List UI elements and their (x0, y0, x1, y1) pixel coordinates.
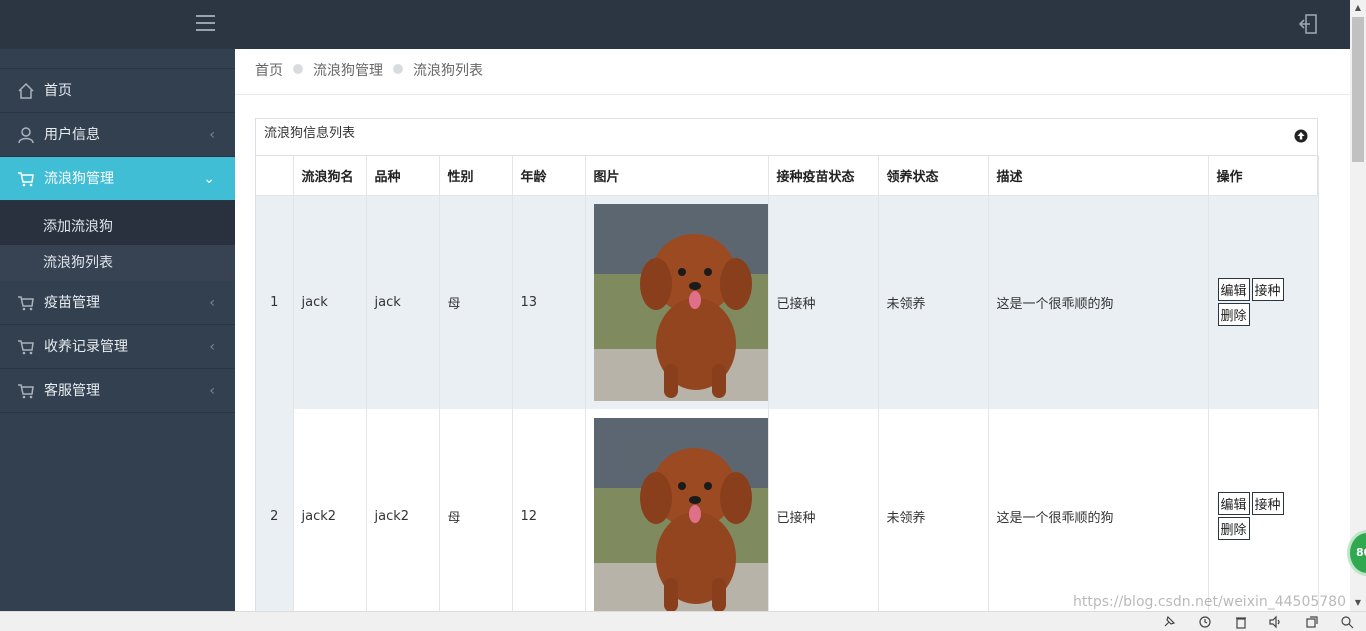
vaccine-status: 已接种 (768, 409, 879, 611)
col-header-name: 流浪狗名 (293, 156, 367, 196)
dog-image-cell (585, 195, 769, 409)
sidebar-item-user-info[interactable]: 用户信息 ‹ (0, 113, 235, 157)
sidebar-item-label: 用户信息 (44, 127, 100, 143)
cart-icon (18, 296, 34, 311)
dog-sex: 母 (439, 409, 513, 611)
logout-icon[interactable] (1298, 13, 1320, 35)
dog-name: jack (293, 195, 367, 409)
vaccine-status: 已接种 (768, 195, 879, 409)
sidebar-item-customer-service[interactable]: 客服管理 ‹ (0, 369, 235, 413)
dog-sex: 母 (439, 195, 513, 409)
delete-button[interactable]: 删除 (1217, 517, 1250, 540)
edit-button[interactable]: 编辑 (1217, 278, 1250, 302)
submenu-dog-management: 添加流浪狗 流浪狗列表 (0, 201, 235, 281)
sidebar-item-label: 收养记录管理 (44, 339, 128, 355)
sidebar-item-vaccine-management[interactable]: 疫苗管理 ‹ (0, 281, 235, 325)
scroll-thumb[interactable] (1352, 17, 1364, 162)
scroll-down-arrow-icon[interactable]: ▼ (1350, 595, 1366, 611)
sidebar-item-label: 首页 (44, 83, 72, 99)
submenu-item-add-dog[interactable]: 添加流浪狗 (0, 209, 235, 245)
dog-photo (593, 203, 768, 401)
volume-icon[interactable] (1268, 615, 1282, 629)
window-icon[interactable] (1305, 615, 1319, 629)
adopt-status: 未领养 (878, 409, 989, 611)
browser-status-bar: https://blog.csdn.net/weixin_44505780 (0, 594, 1366, 631)
breadcrumb-home[interactable]: 首页 (255, 63, 283, 79)
col-header-breed: 品种 (366, 156, 440, 196)
trash-icon[interactable] (1234, 615, 1248, 629)
row-actions: 编辑 接种 删除 (1208, 195, 1319, 409)
breadcrumb-separator (293, 64, 303, 74)
zoom-icon[interactable] (1340, 615, 1354, 629)
sidebar-item-home[interactable]: 首页 (0, 69, 235, 113)
chevron-left-icon: ‹ (209, 127, 215, 143)
dog-description: 这是一个很乖顺的狗 (988, 195, 1209, 409)
cart-icon (18, 172, 34, 187)
main-content: 首页 流浪狗管理 流浪狗列表 流浪狗信息列表 流浪狗名 品种 性别 年龄 图片 … (235, 49, 1350, 611)
dog-list-panel: 流浪狗信息列表 流浪狗名 品种 性别 年龄 图片 接种疫苗状态 领养状态 描述 … (255, 118, 1319, 611)
dog-table: 流浪狗名 品种 性别 年龄 图片 接种疫苗状态 领养状态 描述 操作 1 jac… (256, 156, 1319, 611)
vertical-scrollbar[interactable]: ▲ ▼ (1350, 0, 1366, 611)
chevron-left-icon: ‹ (209, 339, 215, 355)
edit-button[interactable]: 编辑 (1217, 492, 1250, 515)
refresh-icon[interactable] (1198, 615, 1212, 629)
breadcrumb-dog-list[interactable]: 流浪狗列表 (413, 63, 483, 79)
submenu-item-dog-list[interactable]: 流浪狗列表 (0, 245, 235, 281)
chevron-left-icon: ‹ (209, 295, 215, 311)
col-header-description: 描述 (988, 156, 1209, 196)
table-header-row: 流浪狗名 品种 性别 年龄 图片 接种疫苗状态 领养状态 描述 操作 (256, 156, 1319, 196)
chevron-left-icon: ‹ (209, 383, 215, 399)
home-icon (18, 82, 34, 99)
col-header-sex: 性别 (439, 156, 513, 196)
hamburger-icon[interactable] (196, 15, 215, 31)
dog-age: 13 (512, 195, 586, 409)
col-header-vaccine-status: 接种疫苗状态 (768, 156, 879, 196)
row-actions: 编辑 接种 删除 (1208, 409, 1319, 611)
panel-title: 流浪狗信息列表 (264, 126, 356, 141)
pin-icon[interactable] (1162, 615, 1176, 629)
col-header-image: 图片 (585, 156, 769, 196)
collapse-up-icon[interactable] (1294, 129, 1308, 143)
col-header-age: 年龄 (512, 156, 586, 196)
table-row: 1 jack jack 母 13 已接种 未领养 这是一个很乖顺的狗 编辑 接种… (256, 195, 1319, 409)
chevron-down-icon: ⌄ (203, 171, 215, 187)
dog-breed: jack2 (366, 409, 440, 611)
breadcrumb: 首页 流浪狗管理 流浪狗列表 (235, 49, 1350, 95)
col-header-index (256, 156, 294, 196)
scroll-up-arrow-icon[interactable]: ▲ (1350, 0, 1366, 16)
sidebar-spacer (0, 49, 235, 69)
sidebar-item-label: 客服管理 (44, 383, 100, 399)
top-bar (0, 0, 1350, 49)
panel-header: 流浪狗信息列表 (256, 119, 1317, 156)
table-row: 2 jack2 jack2 母 12 已接种 未领养 这是一个很乖顺的狗 编辑 … (256, 409, 1319, 611)
vaccinate-button[interactable]: 接种 (1251, 492, 1284, 515)
user-icon (18, 127, 34, 144)
col-header-adopt-status: 领养状态 (878, 156, 989, 196)
breadcrumb-separator (393, 64, 403, 74)
sidebar-item-dog-management[interactable]: 流浪狗管理 ⌄ (0, 157, 235, 201)
dog-age: 12 (512, 409, 586, 611)
watermark-text: https://blog.csdn.net/weixin_44505780 (1072, 594, 1346, 610)
dog-name: jack2 (293, 409, 367, 611)
sidebar: 首页 用户信息 ‹ 流浪狗管理 ⌄ 添加流浪狗 流浪狗列表 疫苗管理 ‹ 收养记… (0, 49, 235, 611)
sidebar-item-label: 疫苗管理 (44, 295, 100, 311)
dog-photo (593, 417, 768, 611)
vaccinate-button[interactable]: 接种 (1251, 278, 1284, 302)
delete-button[interactable]: 删除 (1217, 303, 1250, 327)
dog-description: 这是一个很乖顺的狗 (988, 409, 1209, 611)
row-index: 1 (256, 195, 294, 409)
row-index: 2 (256, 409, 294, 611)
dog-breed: jack (366, 195, 440, 409)
col-header-actions: 操作 (1208, 156, 1319, 196)
dog-image-cell (585, 409, 769, 611)
cart-icon (18, 384, 34, 399)
sidebar-item-adoption-records[interactable]: 收养记录管理 ‹ (0, 325, 235, 369)
breadcrumb-dog-management[interactable]: 流浪狗管理 (313, 63, 383, 79)
cart-icon (18, 340, 34, 355)
adopt-status: 未领养 (878, 195, 989, 409)
sidebar-item-label: 流浪狗管理 (44, 171, 114, 187)
